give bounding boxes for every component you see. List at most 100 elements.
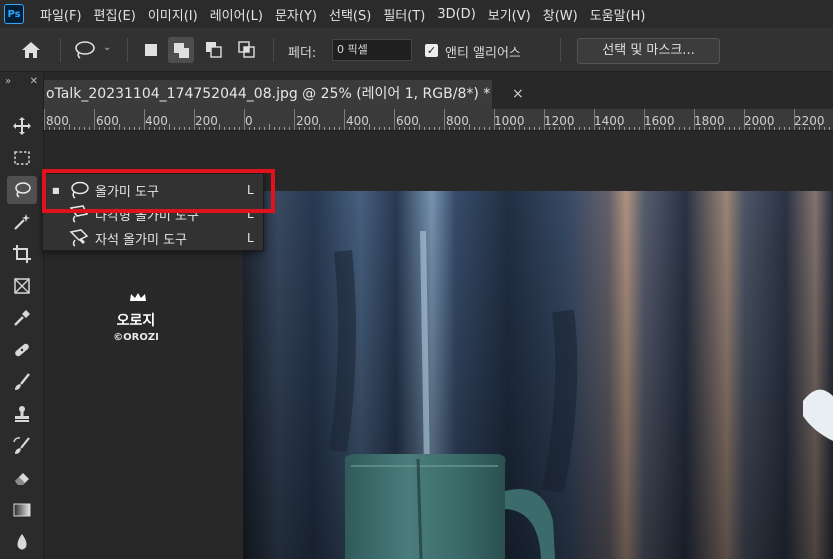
ruler-tick	[159, 127, 160, 130]
horizontal-ruler[interactable]: 800 600 400 200 0 200 400 600 800 1000 1…	[44, 109, 833, 131]
add-to-selection-icon[interactable]	[168, 37, 194, 63]
ruler-tick	[119, 124, 120, 130]
antialias-label: 앤티 앨리어스	[445, 46, 521, 61]
menu-help[interactable]: 도움말(H)	[590, 5, 646, 24]
ruler-tick	[389, 127, 390, 130]
watermark-name: 오로지	[116, 313, 156, 329]
ruler-tick	[674, 127, 675, 130]
collapse-panel-icon[interactable]: »	[5, 76, 11, 87]
ruler-tick	[134, 127, 135, 130]
ruler-tick	[414, 127, 415, 130]
home-icon[interactable]	[20, 40, 42, 64]
divider	[127, 38, 128, 62]
highlight-box	[42, 169, 275, 213]
ruler-tick	[264, 127, 265, 130]
blur-tool-icon[interactable]	[7, 528, 37, 556]
ruler-tick	[359, 127, 360, 130]
divider	[273, 38, 274, 62]
menu-bar: Ps 파일(F) 편집(E) 이미지(I) 레이어(L) 문자(Y) 선택(S)…	[0, 0, 833, 28]
close-tab-icon[interactable]: ×	[512, 80, 524, 109]
ruler-tick	[774, 127, 775, 130]
ruler-tick	[714, 127, 715, 130]
ruler-tick	[214, 127, 215, 130]
ruler-tick	[619, 124, 620, 130]
marquee-tool-icon[interactable]	[7, 144, 37, 172]
ruler-tick	[659, 127, 660, 130]
frame-tool-icon[interactable]	[7, 272, 37, 300]
feather-input[interactable]: 0 픽셀	[332, 39, 412, 61]
menu-select[interactable]: 선택(S)	[329, 5, 371, 24]
document-photo[interactable]	[243, 191, 833, 559]
flyout-item-magnetic-lasso[interactable]: 자석 올가미 도구 L	[43, 226, 265, 250]
ruler-tick	[269, 124, 270, 130]
lasso-preset-icon[interactable]	[73, 40, 97, 64]
move-tool-icon[interactable]	[7, 112, 37, 140]
select-and-mask-button[interactable]: 선택 및 마스크...	[577, 38, 720, 64]
history-brush-icon[interactable]	[7, 432, 37, 460]
ruler-tick	[689, 127, 690, 130]
ruler-tick	[664, 127, 665, 130]
ruler-tick	[459, 127, 460, 130]
menu-type[interactable]: 문자(Y)	[275, 5, 317, 24]
eyedropper-icon[interactable]	[7, 304, 37, 332]
crop-tool-icon[interactable]	[7, 240, 37, 268]
chevron-down-icon[interactable]: ⌄	[103, 42, 111, 53]
healing-brush-icon[interactable]	[7, 336, 37, 364]
menu-window[interactable]: 창(W)	[543, 5, 578, 24]
menu-image[interactable]: 이미지(I)	[148, 5, 198, 24]
eraser-icon[interactable]	[7, 464, 37, 492]
ruler-tick	[324, 127, 325, 130]
ruler-tick	[109, 127, 110, 130]
document-tab-bar: oTalk_20231104_174752044_08.jpg @ 25% (레…	[44, 72, 833, 109]
ruler-tick	[304, 127, 305, 130]
flyout-label: 자석 올가미 도구	[95, 232, 187, 248]
ruler-tick	[629, 127, 630, 130]
menu-layer[interactable]: 레이어(L)	[210, 5, 263, 24]
tools-panel: » ✕	[0, 72, 44, 559]
subtract-selection-icon[interactable]	[205, 41, 223, 63]
ruler-tick	[779, 127, 780, 130]
ruler-tick	[399, 127, 400, 130]
ruler-tick	[794, 109, 795, 130]
menu-file[interactable]: 파일(F)	[40, 5, 82, 24]
new-selection-icon[interactable]	[145, 44, 157, 56]
ruler-tick	[799, 127, 800, 130]
ruler-tick	[294, 109, 295, 130]
ruler-tick	[654, 127, 655, 130]
ruler-tick	[259, 127, 260, 130]
ruler-tick	[819, 124, 820, 130]
crown-icon	[130, 293, 146, 301]
ruler-label: 800	[46, 114, 69, 128]
menu-filter[interactable]: 필터(T)	[383, 5, 425, 24]
ruler-tick	[409, 127, 410, 130]
document-tab[interactable]: oTalk_20231104_174752044_08.jpg @ 25% (레…	[44, 80, 492, 109]
lasso-tool-icon[interactable]	[7, 176, 37, 204]
brush-tool-icon[interactable]	[7, 368, 37, 396]
ruler-tick	[499, 127, 500, 130]
ruler-tick	[114, 127, 115, 130]
ruler-tick	[344, 109, 345, 130]
ruler-label: 600	[396, 114, 419, 128]
ruler-tick	[474, 127, 475, 130]
clone-stamp-icon[interactable]	[7, 400, 37, 428]
ruler-tick	[189, 127, 190, 130]
menu-view[interactable]: 보기(V)	[488, 5, 531, 24]
menu-3d[interactable]: 3D(D)	[437, 7, 475, 22]
ruler-tick	[254, 127, 255, 130]
ruler-tick	[479, 127, 480, 130]
magic-wand-icon[interactable]	[7, 208, 37, 236]
close-panel-icon[interactable]: ✕	[30, 76, 38, 87]
ruler-tick	[234, 127, 235, 130]
ruler-label: 200	[195, 114, 218, 128]
intersect-selection-icon[interactable]	[238, 41, 256, 63]
ruler-tick	[784, 127, 785, 130]
ruler-tick	[224, 127, 225, 130]
gradient-tool-icon[interactable]	[7, 496, 37, 524]
ruler-tick	[694, 109, 695, 130]
ruler-tick	[494, 109, 495, 130]
ruler-tick	[219, 124, 220, 130]
ruler-tick	[534, 127, 535, 130]
antialias-checkbox[interactable]: ✓	[425, 44, 438, 57]
menu-edit[interactable]: 편집(E)	[94, 5, 136, 24]
ruler-tick	[149, 127, 150, 130]
